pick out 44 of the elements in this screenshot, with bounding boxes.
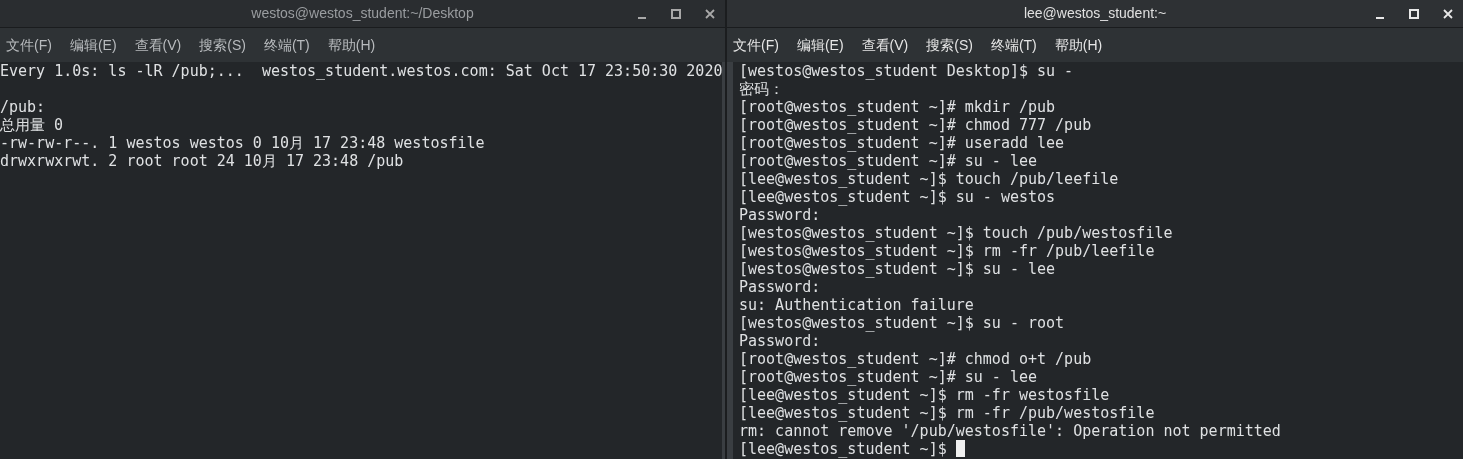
terminal-line: [westos@westos_student ~]$ rm -fr /pub/leefile [739,242,1155,260]
terminal-line: [westos@westos_student ~]$ su - lee [739,260,1056,278]
terminal-line: [lee@westos_student ~]$ rm -fr westosfile [739,386,1110,404]
menu-item[interactable]: 搜索(S) [199,34,246,56]
window-title: westos@westos_student:~/Desktop [251,4,474,23]
close-icon[interactable] [705,9,715,19]
menu-item[interactable]: 终端(T) [990,34,1037,56]
terminal-line: [westos@westos_student Desktop]$ su - [739,62,1074,80]
menu-item[interactable]: 查看(V) [861,34,909,56]
menu-item[interactable]: 帮助(H) [327,34,376,56]
menu-item[interactable]: 终端(T) [263,34,310,56]
terminal-line: [root@westos_student ~]# chmod 777 /pub [739,116,1092,134]
maximize-icon[interactable] [671,9,681,19]
menu-item[interactable]: 文件(F) [733,34,779,56]
terminal-line: 密码： [739,80,784,98]
terminal-line: [westos@westos_student ~]$ touch /pub/westosfile [739,224,1173,242]
terminal-line: [lee@westos_student ~]$ touch /pub/leefile [739,170,1119,188]
terminal-line: [root@westos_student ~]# useradd lee [739,134,1065,152]
terminal-line: Password: [739,332,821,350]
terminal-line: Every 1.0s: ls -lR /pub;... westos_student.westos.com: Sat Oct 17 23:50:30 2020 [0,62,723,80]
terminal-line: drwxrwxrwt. 2 root root 24 10月 17 23:48 /pub [0,152,404,170]
terminal-line: [lee@westos_student ~]$ su - westos [739,188,1056,206]
terminal-line: Password: [739,206,821,224]
terminal-line: [root@westos_student ~]# su - lee [739,152,1037,170]
terminal-line: [root@westos_student ~]# mkdir /pub [739,98,1056,116]
terminal-line: [westos@westos_student ~]$ su - root [739,314,1065,332]
menu-item[interactable]: 编辑(E) [69,34,117,56]
terminal-line: Password: [739,278,821,296]
terminal-line: rm: cannot remove '/pub/westosfile': Operation not permitted [739,422,1281,440]
menu-item[interactable]: 搜索(S) [926,34,973,56]
terminal-line: [lee@westos_student ~]$ [739,440,948,458]
terminal-line: [lee@westos_student ~]$ rm -fr /pub/westosfile [739,404,1155,422]
terminal-line: su: Authentication failure [739,296,974,314]
menu-item[interactable]: 查看(V) [134,34,182,56]
terminal-line: /pub: [0,98,46,116]
terminal-line: -rw-rw-r--. 1 westos westos 0 10月 17 23:48 westosfile [0,134,485,152]
menu-item[interactable]: 编辑(E) [796,34,844,56]
scrollbar[interactable] [727,62,733,459]
terminal-line: [root@westos_student ~]# chmod o+t /pub [739,350,1092,368]
window-title: lee@westos_student:~ [1023,4,1167,23]
terminal-line: [root@westos_student ~]# su - lee [739,368,1037,386]
terminal-line: 总用量 0 [0,116,64,134]
menu-item[interactable]: 文件(F) [6,34,52,56]
menu-item[interactable]: 帮助(H) [1054,34,1103,56]
